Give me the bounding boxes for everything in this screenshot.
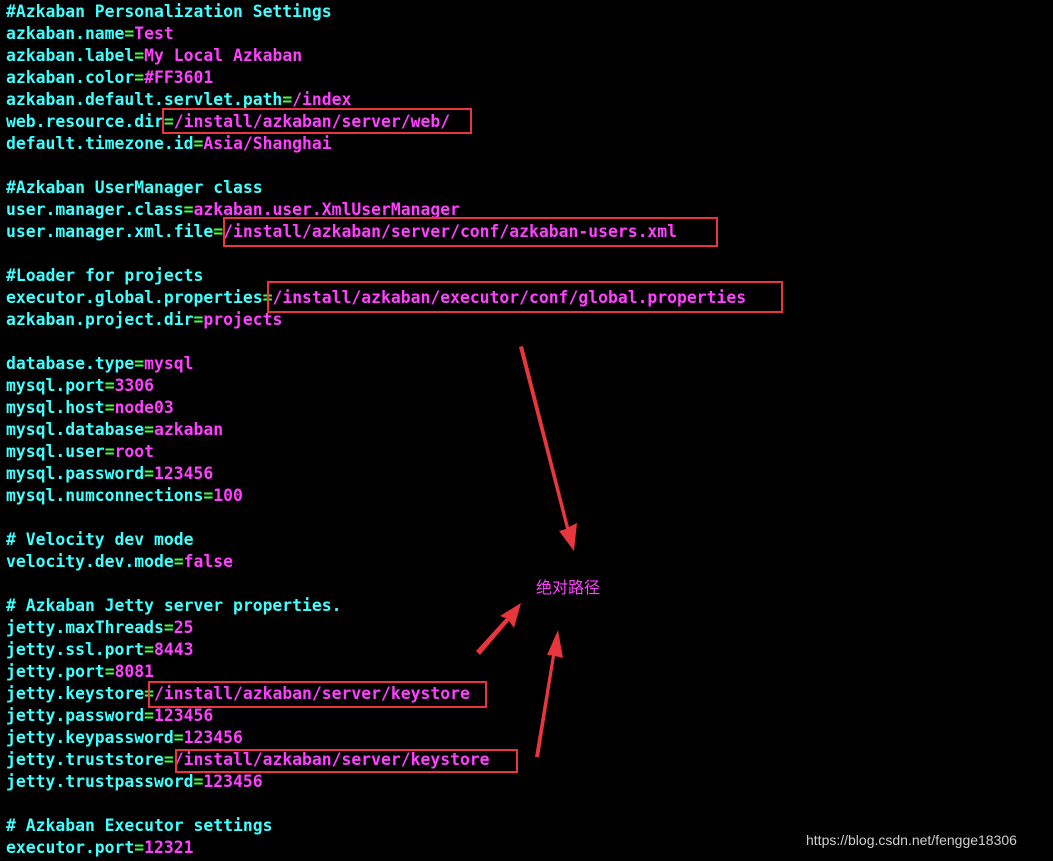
arrow-up-right-to-label	[476, 603, 521, 655]
watermark: https://blog.csdn.net/fengge18306	[806, 832, 1017, 848]
arrow-up-to-label	[535, 630, 563, 757]
annotation-arrows	[476, 346, 577, 757]
arrow-down-to-label	[519, 346, 577, 551]
terminal-window[interactable]: #Azkaban Personalization Settings azkaban…	[0, 0, 1053, 861]
absolute-path-label: 绝对路径	[536, 578, 601, 597]
